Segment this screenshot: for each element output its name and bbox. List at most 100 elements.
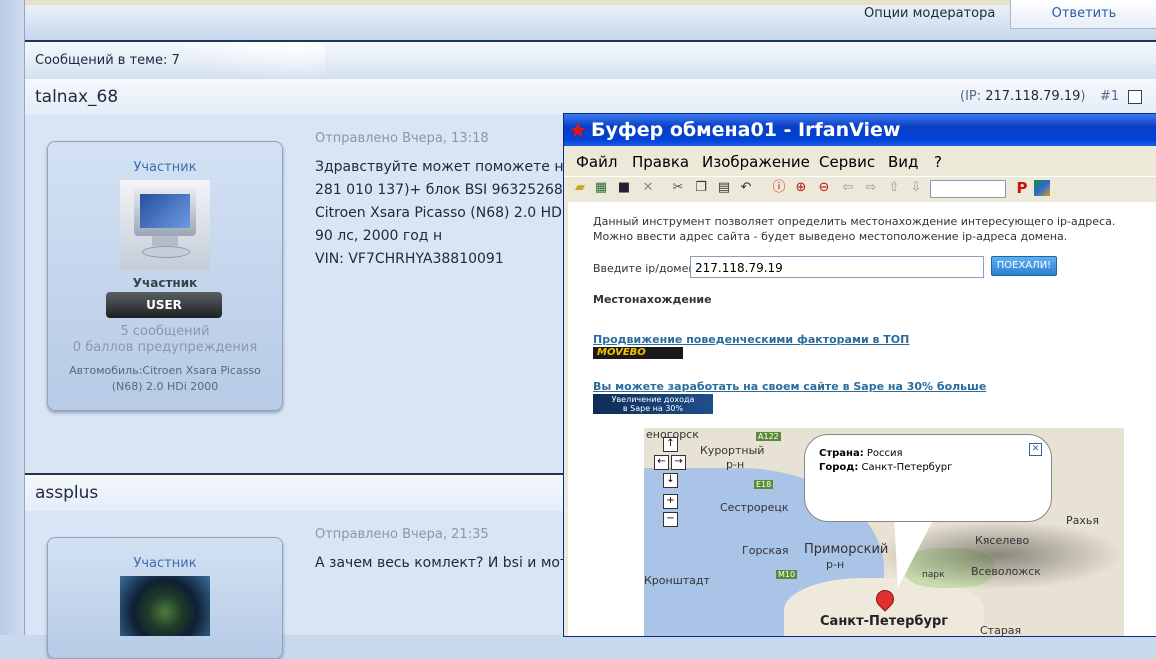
avatar[interactable] [120, 180, 210, 270]
location-map[interactable]: еногорск Курортный р-н Сестрорецк Горска… [644, 428, 1124, 636]
slideshow-icon[interactable]: ▦ [593, 180, 609, 196]
ip-input[interactable]: 217.118.79.19 [690, 256, 984, 278]
last-icon[interactable]: ⇩ [908, 180, 924, 196]
palette-icon[interactable] [1034, 180, 1050, 196]
user-card: Участник [47, 537, 283, 659]
user-card: Участник Участник USER 5 сообщений 0 бал… [47, 141, 283, 411]
reply-button[interactable]: Ответить [1010, 0, 1156, 29]
sape-banner-line: Увеличение дохода [611, 395, 695, 404]
post-body: Здравствуйте может поможете нж 281 010 1… [315, 156, 576, 271]
user-rank-title: Участник [133, 556, 197, 571]
sape-banner[interactable]: Увеличение дохода в Sape на 30% [593, 394, 713, 414]
warning-stats: 0 баллов предупреждения [72, 340, 258, 355]
post-username[interactable]: assplus [35, 483, 98, 503]
map-label: Сестрорецк [720, 501, 789, 514]
sape-link[interactable]: Вы можете заработать на своем сайте в Sa… [593, 380, 986, 393]
toolbar: ▰ ▦ ■ ✕ ✂ ❐ ▤ ↶ ⓘ ⊕ ⊖ ⇦ ⇨ ⇧ ⇩ P [564, 176, 1156, 201]
pan-left-icon[interactable]: ← [654, 455, 669, 470]
prev-icon[interactable]: ⇦ [840, 180, 856, 196]
post-select-checkbox[interactable] [1128, 90, 1142, 104]
menu-help[interactable]: ? [934, 153, 942, 171]
post-number[interactable]: #1 [1100, 89, 1119, 104]
map-label: Горская [742, 544, 789, 557]
map-label: Всеволожск [971, 565, 1041, 578]
map-label: Приморский [804, 542, 889, 557]
post-ip: (IP: 217.118.79.19) [960, 89, 1085, 104]
zoom-out-icon[interactable]: − [663, 512, 678, 527]
menu-edit[interactable]: Правка [632, 153, 689, 171]
title-bar[interactable]: Буфер обмена01 - IrfanView [564, 114, 1156, 146]
irfanview-window: Буфер обмена01 - IrfanView Файл Правка И… [563, 113, 1156, 637]
topic-header: Сообщений в теме: 7 [25, 40, 1156, 81]
car-info-line1: Автомобиль:Citroen Xsara Picasso [69, 364, 261, 377]
message-stats: 5 сообщений [120, 324, 210, 339]
irfanview-logo-icon [570, 122, 586, 138]
menu-view[interactable]: Вид [888, 153, 918, 171]
post-text-line: 90 лс, 2000 год н [315, 228, 443, 244]
ip-suffix: ) [1080, 89, 1086, 104]
post-username[interactable]: talnax_68 [35, 87, 118, 107]
promo-link[interactable]: Продвижение поведенческими факторами в Т… [593, 333, 909, 346]
window-title: Буфер обмена01 - IrfanView [591, 119, 901, 141]
ip-address[interactable]: 217.118.79.19 [985, 89, 1080, 104]
pan-right-icon[interactable]: → [671, 455, 686, 470]
sape-banner-line: в Sape на 30% [622, 404, 684, 413]
ip-input-label: Введите ip/домен: [593, 262, 700, 275]
info-icon[interactable]: ⓘ [771, 180, 787, 196]
map-label: р-н [726, 458, 745, 471]
bubble-text: Страна: Россия Город: Санкт-Петербург [819, 447, 952, 475]
city-label: Город: [819, 462, 859, 473]
menu-options[interactable]: Сервис [819, 153, 875, 171]
zoom-in-icon[interactable]: ⊕ [793, 180, 809, 196]
go-button[interactable]: ПОЕХАЛИ! [991, 256, 1057, 276]
map-label: Кяселево [975, 534, 1030, 547]
top-strip [0, 0, 1156, 5]
first-icon[interactable]: ⇧ [886, 180, 902, 196]
left-gutter [0, 0, 25, 635]
road-label: M10 [776, 570, 798, 579]
close-icon[interactable]: ✕ [1029, 443, 1042, 456]
top-bar: Опции модератора Ответить [0, 0, 1156, 40]
copy-icon[interactable]: ❐ [693, 180, 709, 196]
toolbar-input[interactable] [930, 180, 1006, 198]
open-icon[interactable]: ▰ [572, 180, 588, 196]
road-label: A122 [756, 432, 781, 441]
post-header: talnax_68 (IP: 217.118.79.19) #1 [25, 79, 1156, 115]
paste-icon[interactable]: ▤ [716, 180, 732, 196]
car-info-line2: (N68) 2.0 HDi 2000 [111, 380, 219, 393]
avatar[interactable] [120, 576, 210, 636]
ip-prefix: (IP: [960, 89, 986, 104]
menu-file[interactable]: Файл [576, 153, 617, 171]
moderator-options-link[interactable]: Опции модератора [864, 6, 995, 21]
undo-icon[interactable]: ↶ [738, 180, 754, 196]
save-icon[interactable]: ■ [616, 180, 632, 196]
description-line: Можно ввести адрес сайта - будет выведен… [593, 230, 1068, 243]
paypal-icon[interactable]: P [1014, 180, 1030, 196]
monitor-icon [134, 188, 196, 236]
post-date: Отправлено Вчера, 13:18 [315, 131, 489, 146]
pan-up-icon[interactable]: ↑ [663, 437, 678, 452]
next-icon[interactable]: ⇨ [863, 180, 879, 196]
user-rank: Участник [132, 276, 198, 290]
map-label: парк [922, 570, 945, 580]
map-label-city: Санкт-Петербург [820, 614, 949, 629]
pan-down-icon[interactable]: ↓ [663, 473, 678, 488]
country-value: Россия [866, 448, 903, 459]
country-label: Страна: [819, 448, 864, 459]
map-label: Кронштадт [644, 574, 710, 587]
info-bubble: ✕ Страна: Россия Город: Санкт-Петербург [804, 434, 1052, 522]
zoom-in-icon[interactable]: + [663, 494, 678, 509]
menu-image[interactable]: Изображение [702, 153, 810, 171]
post-text-line: А зачем весь комлект? И bsi и мот [315, 555, 569, 571]
image-canvas: Данный инструмент позволяет определить м… [568, 202, 1156, 636]
city-value: Санкт-Петербург [861, 462, 953, 473]
map-label: Курортный [700, 444, 765, 457]
user-group-badge: USER [106, 292, 222, 318]
cut-icon[interactable]: ✂ [670, 180, 686, 196]
post-text-line: VIN: VF7CHRHYA38810091 [315, 251, 504, 267]
map-label: р-н [826, 558, 845, 571]
movebo-banner[interactable]: MOVEBO [593, 347, 683, 359]
delete-icon[interactable]: ✕ [640, 180, 656, 196]
zoom-out-icon[interactable]: ⊖ [816, 180, 832, 196]
header-swoosh [175, 42, 325, 78]
